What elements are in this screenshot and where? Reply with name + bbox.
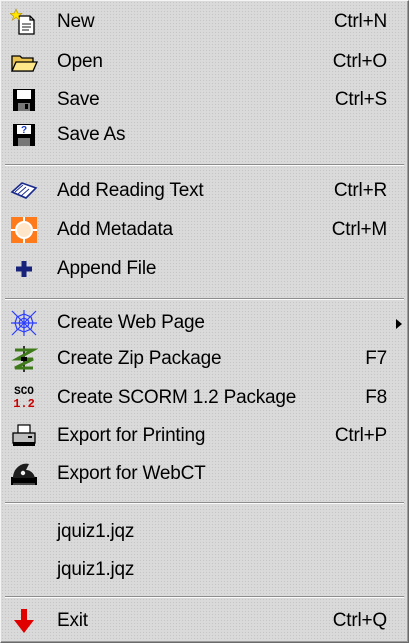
- menu-item-create-zip-package[interactable]: Create Zip Package F7: [1, 342, 408, 376]
- metadata-icon: [10, 216, 38, 244]
- menu-item-save-as[interactable]: ? Save As: [1, 118, 408, 152]
- recent-file-label: jquiz1.jqz: [57, 521, 135, 542]
- menu-item-append-file[interactable]: Append File: [1, 252, 408, 286]
- menu-item-add-reading-text[interactable]: Add Reading Text Ctrl+R: [1, 174, 408, 208]
- scorm-icon: SCO 1.2: [10, 384, 38, 412]
- menu-item-label: Create Web Page: [57, 312, 205, 333]
- menu-item-label: Export for WebCT: [57, 463, 206, 484]
- scorm-icon-bottom-text: 1.2: [13, 396, 35, 411]
- save-as-disk-icon: ?: [10, 121, 38, 149]
- shortcut-label: Ctrl+R: [333, 180, 387, 201]
- open-folder-icon: [10, 48, 38, 76]
- recent-file-item[interactable]: jquiz1.jqz: [1, 515, 408, 549]
- menu-item-label: Save: [57, 89, 100, 110]
- scorm-icon-top-text: SCO: [14, 385, 34, 398]
- printer-icon: [10, 422, 38, 450]
- web-icon: [10, 309, 38, 337]
- webct-icon: [10, 460, 38, 488]
- menu-item-label: Export for Printing: [57, 425, 206, 446]
- menu-item-open[interactable]: Open Ctrl+O: [1, 45, 408, 79]
- menu-separator: [5, 502, 404, 504]
- menu-item-label: Add Metadata: [57, 219, 173, 240]
- menu-item-label: Exit: [57, 610, 88, 631]
- menu-separator: [5, 596, 404, 598]
- menu-item-create-scorm-package[interactable]: SCO 1.2 Create SCORM 1.2 Package F8: [1, 381, 408, 415]
- menu-item-export-for-printing[interactable]: Export for Printing Ctrl+P: [1, 419, 408, 453]
- menu-item-new[interactable]: New Ctrl+N: [1, 5, 408, 39]
- shortcut-label: Ctrl+P: [334, 425, 387, 446]
- save-disk-icon: [10, 86, 38, 114]
- shortcut-label: Ctrl+O: [332, 51, 387, 72]
- menu-item-create-web-page[interactable]: Create Web Page: [1, 306, 408, 340]
- menu-separator: [5, 164, 404, 166]
- shortcut-label: Ctrl+M: [331, 219, 387, 240]
- menu-separator: [5, 298, 404, 300]
- shortcut-label: Ctrl+S: [334, 89, 387, 110]
- shortcut-label: F7: [365, 348, 387, 369]
- new-file-icon: [10, 8, 38, 36]
- svg-text:?: ?: [21, 125, 27, 136]
- zip-icon: [10, 345, 38, 373]
- menu-item-label: Open: [57, 51, 103, 72]
- shortcut-label: Ctrl+N: [333, 11, 387, 32]
- menu-item-save[interactable]: Save Ctrl+S: [1, 83, 408, 117]
- menu-item-label: Add Reading Text: [57, 180, 204, 201]
- plus-icon: [10, 255, 38, 283]
- shortcut-label: Ctrl+Q: [332, 610, 387, 631]
- menu-item-exit[interactable]: Exit Ctrl+Q: [1, 604, 408, 638]
- recent-file-item[interactable]: jquiz1.jqz: [1, 553, 408, 587]
- menu-item-label: Save As: [57, 124, 126, 145]
- menu-item-label: New: [57, 11, 95, 32]
- menu-item-label: Create SCORM 1.2 Package: [57, 387, 297, 408]
- file-menu: New Ctrl+N Open Ctrl+O Save Ctrl+S ? Sav…: [0, 0, 409, 643]
- menu-item-export-for-webct[interactable]: Export for WebCT: [1, 457, 408, 491]
- recent-file-label: jquiz1.jqz: [57, 559, 135, 580]
- submenu-arrow-icon: [396, 319, 402, 329]
- exit-arrow-icon: [10, 607, 38, 635]
- reading-book-icon: [10, 177, 38, 205]
- shortcut-label: F8: [365, 387, 387, 408]
- menu-item-label: Create Zip Package: [57, 348, 222, 369]
- menu-item-add-metadata[interactable]: Add Metadata Ctrl+M: [1, 213, 408, 247]
- menu-item-label: Append File: [57, 258, 157, 279]
